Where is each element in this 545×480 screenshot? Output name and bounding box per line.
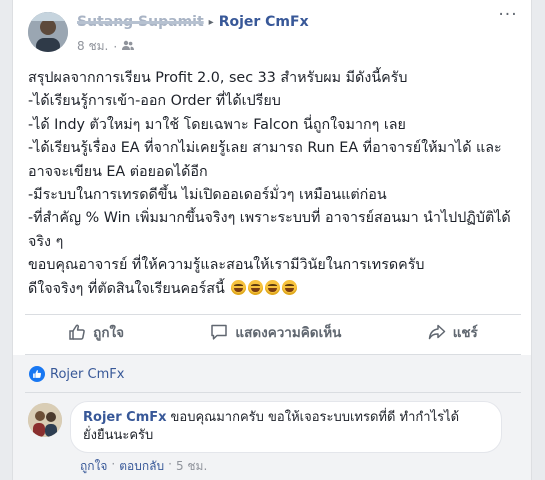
post-line: ดีใจจริงๆ ที่ตัดสินใจเรียนคอร์สนี้: [28, 280, 225, 297]
comments-section: Rojer CmFx Rojer CmFx ขอบคุณมากครับ ขอให้…: [13, 355, 531, 480]
grin-emoji-icon: [282, 279, 298, 295]
meta-separator: ·: [113, 39, 118, 54]
author-name[interactable]: Sutang Supamit: [77, 14, 204, 30]
comment-label: แสดงความคิดเห็น: [235, 325, 342, 341]
arrow-icon: ▸: [208, 16, 214, 28]
post-card: Sutang Supamit ▸ Rojer CmFx 8 ชม. · ··· …: [12, 0, 532, 480]
commenter-avatar[interactable]: [28, 403, 62, 437]
post-line: -ได้เรียนรู้การเข้า-ออก Order ที่ได้เปรี…: [28, 93, 281, 110]
post-meta: 8 ชม. ·: [77, 37, 135, 56]
post-text: สรุปผลจากการเรียน Profit 2.0, sec 33 สำห…: [28, 67, 518, 301]
reactions-summary[interactable]: Rojer CmFx: [29, 366, 124, 382]
post-line: สรุปผลจากการเรียน Profit 2.0, sec 33 สำห…: [28, 70, 408, 86]
comments-divider: [25, 392, 521, 393]
share-button[interactable]: แชร์: [428, 321, 478, 343]
post-line: -ได้เรียนรู้เรื่อง EA ที่จากไม่เคยรู้เลย…: [28, 140, 502, 180]
comment-reply-link[interactable]: ตอบกลับ: [119, 457, 164, 476]
friends-icon[interactable]: [122, 40, 135, 54]
comment-button[interactable]: แสดงความคิดเห็น: [210, 321, 341, 343]
post-actions: ถูกใจ แสดงความคิดเห็น แชร์: [25, 316, 521, 348]
post-time[interactable]: 8 ชม.: [77, 37, 108, 56]
share-icon: [428, 324, 445, 340]
comment-separator: ·: [111, 457, 116, 471]
like-reaction-icon: [29, 366, 45, 382]
like-button[interactable]: ถูกใจ: [68, 321, 124, 343]
grin-emoji-icon: [265, 279, 281, 295]
comment-bubble: Rojer CmFx ขอบคุณมากครับ ขอให้เจอระบบเทรด…: [70, 401, 502, 453]
post-line: ขอบคุณอาจารย์ ที่ให้ความรู้และสอนให้เราม…: [28, 257, 425, 274]
grin-emoji-icon: [231, 279, 247, 295]
like-label: ถูกใจ: [93, 325, 125, 341]
author-avatar[interactable]: [28, 12, 68, 52]
post-line: -ได้ Indy ตัวใหม่ๆ มาใช้ โดยเฉพาะ Falcon…: [28, 116, 406, 133]
target-name[interactable]: Rojer CmFx: [219, 14, 309, 30]
actions-divider: [25, 314, 521, 315]
reactor-name[interactable]: Rojer CmFx: [50, 367, 124, 382]
post-line: -ที่สำคัญ % Win เพิ่มมากขึ้นจริงๆ เพราะร…: [28, 210, 511, 250]
comment-like-link[interactable]: ถูกใจ: [80, 457, 107, 476]
comment-actions: ถูกใจ · ตอบกลับ · 5 ชม.: [80, 457, 207, 476]
share-label: แชร์: [452, 325, 478, 341]
comment-time[interactable]: 5 ชม.: [176, 457, 207, 476]
post-header: Sutang Supamit ▸ Rojer CmFx: [77, 14, 309, 30]
thumbs-up-icon: [69, 324, 85, 340]
grin-emoji-icon: [248, 279, 264, 295]
post-line: -มีระบบในการเทรดดีขึ้น ไม่เปิดออเดอร์มั่…: [28, 187, 387, 204]
comment-author[interactable]: Rojer CmFx: [83, 410, 167, 425]
comment-icon: [211, 324, 228, 340]
comment-separator: ·: [168, 457, 172, 471]
post-last-line: ดีใจจริงๆ ที่ตัดสินใจเรียนคอร์สนี้: [28, 278, 518, 301]
more-options-icon[interactable]: ···: [497, 7, 519, 30]
